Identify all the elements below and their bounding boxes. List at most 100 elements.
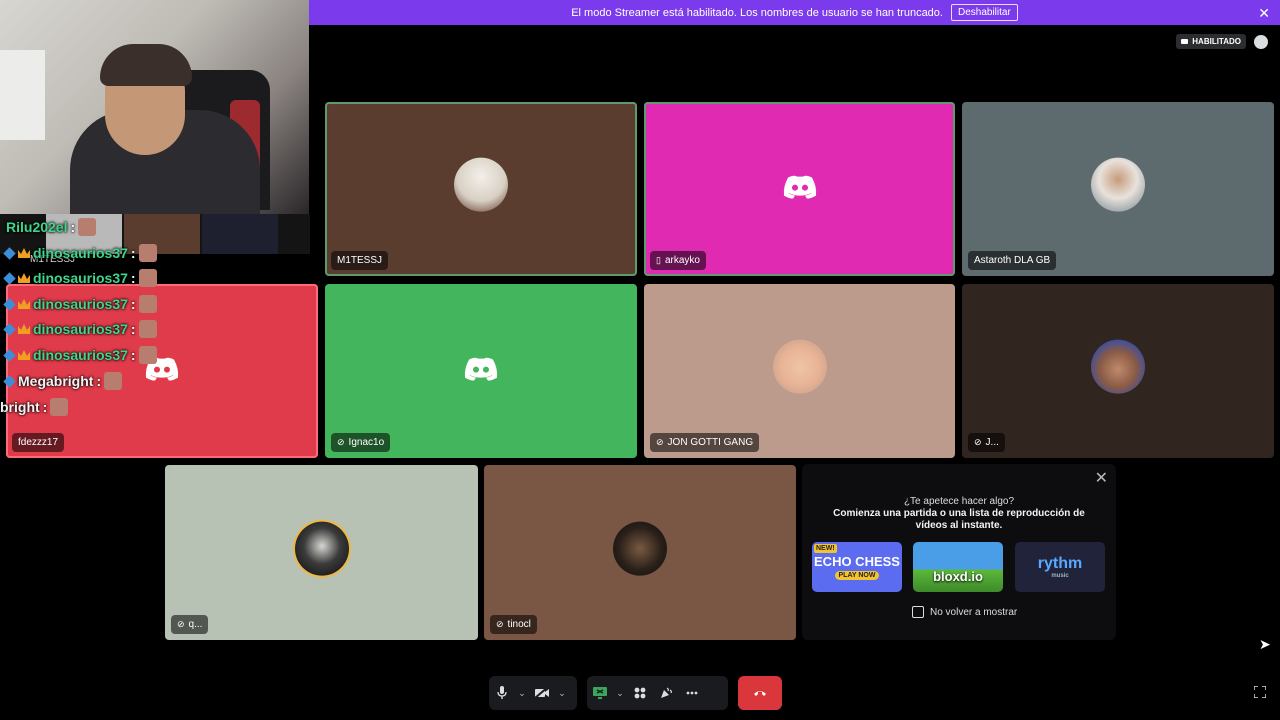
audio-video-group: ⌄ ⌄ <box>489 676 577 710</box>
participant-tile[interactable]: ▯ arkayko <box>644 102 955 276</box>
participant-name: Ignac1o <box>348 437 385 448</box>
participant-name: JON GOTTI GANG <box>667 437 754 448</box>
participant-tile[interactable]: ⊘ tinocl <box>484 465 796 640</box>
chat-separator: : <box>42 399 48 415</box>
chevron-down-icon[interactable]: ⌄ <box>515 680 529 706</box>
hang-up-icon <box>754 691 766 696</box>
activity-card-sublabel: PLAY NOW <box>834 571 880 580</box>
participant-name: q... <box>188 619 203 630</box>
participant-nameplate: ⊘ JON GOTTI GANG <box>650 433 760 452</box>
avatar <box>294 521 349 576</box>
badge-icon <box>3 348 16 362</box>
dont-show-again-checkbox[interactable]: No volver a mostrar <box>912 606 1017 618</box>
chat-message: bright : <box>0 398 69 416</box>
participant-name: tinocl <box>507 619 531 630</box>
emote-icon <box>138 269 157 287</box>
close-icon[interactable]: ✕ <box>1258 5 1270 22</box>
chat-message: Megabright : <box>3 372 123 390</box>
disconnect-button[interactable] <box>738 676 782 710</box>
emote-icon <box>78 218 97 236</box>
chat-username: dinosaurios37 <box>33 296 128 312</box>
chat-username: bright <box>0 399 40 415</box>
chat-username: Megabright <box>18 373 94 389</box>
participant-name: arkayko <box>664 255 700 266</box>
badge-icon <box>3 271 16 285</box>
emote-icon <box>138 244 157 262</box>
participant-nameplate: M1TESSJ <box>331 251 389 270</box>
participant-tile[interactable]: ⊘ q... <box>165 465 478 640</box>
participant-tile[interactable]: ⊘ Ignac1o <box>325 284 637 458</box>
more-options-icon[interactable] <box>679 680 705 706</box>
activity-card-echo-chess[interactable]: NEW! ECHO CHESS PLAY NOW <box>812 542 902 592</box>
banner-text: El modo Streamer está habilitado. Los no… <box>571 6 943 19</box>
activity-card-bloxd[interactable]: bloxd.io <box>913 542 1003 592</box>
chat-separator: : <box>130 347 136 363</box>
chat-separator: : <box>130 321 136 337</box>
soundboard-icon[interactable] <box>653 680 679 706</box>
deafened-icon: ⊘ <box>337 437 345 447</box>
emote-icon <box>104 372 123 390</box>
checkbox-box[interactable] <box>912 606 924 618</box>
participant-nameplate: Astaroth DLA GB <box>968 251 1057 270</box>
crown-icon <box>18 324 30 334</box>
participant-tile[interactable]: Astaroth DLA GB <box>962 102 1274 276</box>
chevron-down-icon[interactable]: ⌄ <box>555 680 569 706</box>
chat-separator: : <box>130 296 136 312</box>
badge-icon <box>3 374 16 388</box>
phone-icon: ▯ <box>656 255 661 265</box>
chat-message: Rilu202el : <box>6 218 97 236</box>
badge-icon <box>3 297 16 311</box>
screen-share-icon[interactable] <box>587 680 613 706</box>
participant-name: fdezzz17 <box>18 437 59 448</box>
chat-icon[interactable] <box>1254 34 1268 49</box>
participant-name: M1TESSJ <box>337 255 383 266</box>
emote-icon <box>138 295 157 313</box>
chat-message: dinosaurios37 : <box>3 346 157 364</box>
crown-icon <box>18 299 30 309</box>
activity-card-rythm[interactable]: rythm music <box>1015 542 1105 592</box>
participant-tile[interactable]: ⊘ JON GOTTI GANG <box>644 284 955 458</box>
avatar <box>772 339 827 394</box>
avatar <box>613 521 667 576</box>
chat-message: dinosaurios37 : <box>3 320 157 338</box>
discord-logo-icon <box>464 357 498 381</box>
chat-username: dinosaurios37 <box>33 321 128 337</box>
participant-tile[interactable]: ⊘ J... <box>962 284 1274 458</box>
close-icon[interactable]: ✕ <box>1095 468 1108 488</box>
activities-icon[interactable] <box>627 680 653 706</box>
activity-card-label: bloxd.io <box>933 568 983 584</box>
streamer-mode-pill[interactable]: HABILITADO <box>1176 34 1246 49</box>
participant-nameplate: fdezzz17 <box>12 433 65 452</box>
participant-nameplate: ⊘ J... <box>968 433 1005 452</box>
activity-card-label: rythm <box>1037 555 1083 572</box>
activity-subtitle: Comienza una partida o una lista de repr… <box>833 508 1085 531</box>
crown-icon <box>18 273 30 283</box>
participant-name: Astaroth DLA GB <box>974 255 1051 266</box>
camera-icon <box>1181 39 1189 44</box>
crown-icon <box>18 248 30 258</box>
camera-off-icon[interactable] <box>529 680 555 706</box>
avatar <box>1091 157 1145 212</box>
chevron-down-icon[interactable]: ⌄ <box>613 680 627 706</box>
participant-nameplate: ⊘ Ignac1o <box>331 433 391 452</box>
badge-icon <box>3 246 16 260</box>
chat-username: dinosaurios37 <box>33 347 128 363</box>
fullscreen-icon[interactable] <box>1253 685 1267 699</box>
top-right-controls: HABILITADO <box>1176 34 1268 49</box>
deafened-icon: ⊘ <box>177 619 185 629</box>
emote-icon <box>50 398 69 416</box>
activity-title: ¿Te apetece hacer algo? <box>903 496 1015 507</box>
streamer-webcam-overlay <box>0 0 309 220</box>
disable-streamer-mode-button[interactable]: Deshabilitar <box>950 4 1018 21</box>
streamer-mode-banner: El modo Streamer está habilitado. Los no… <box>309 0 1280 25</box>
crown-icon <box>18 350 30 360</box>
deafened-icon: ⊘ <box>974 437 982 447</box>
emote-icon <box>138 320 157 338</box>
microphone-icon[interactable] <box>489 680 515 706</box>
emote-icon <box>138 346 157 364</box>
chat-separator: : <box>130 245 136 261</box>
participant-tile[interactable]: M1TESSJ <box>325 102 637 276</box>
badge-icon <box>3 322 16 336</box>
avatar <box>1091 339 1145 394</box>
avatar <box>454 157 508 212</box>
